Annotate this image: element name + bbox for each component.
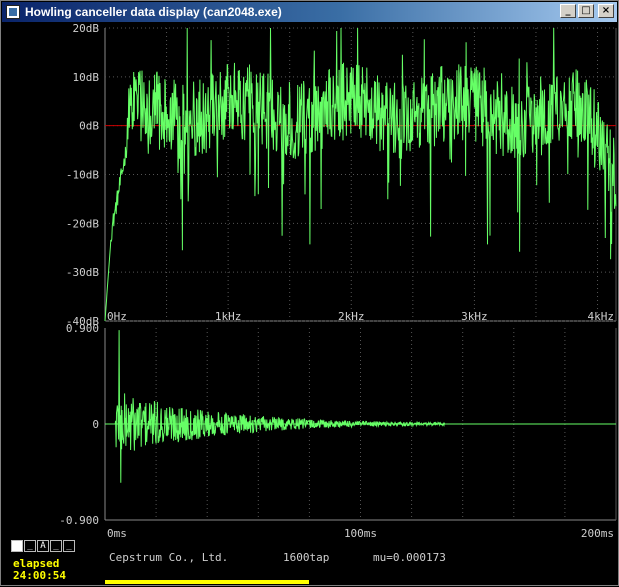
spectrum-y-tick-label: -20dB (66, 217, 99, 230)
mode-button-5[interactable]: _ (63, 540, 75, 552)
spectrum-y-tick-label: 10dB (73, 71, 100, 84)
app-window: Howling canceller data display (can2048.… (0, 0, 619, 586)
mode-button-3[interactable]: A (37, 540, 49, 552)
spectrum-x-tick-label: 2kHz (338, 310, 365, 323)
spectrum-x-tick-label: 1kHz (215, 310, 242, 323)
status-panel: _ A _ _ elapsed 24:00:54 Cepstrum Co., L… (3, 537, 616, 585)
spectrum-trace (104, 27, 617, 322)
spectrum-y-tick-label: 0dB (79, 120, 99, 133)
elapsed-time: 24:00:54 (13, 569, 66, 582)
progress-fill (105, 580, 309, 584)
mode-button-1[interactable] (11, 540, 23, 552)
impulse-y-tick-label: -0.900 (59, 514, 99, 527)
progress-bar (105, 580, 309, 584)
spectrum-chart: 20dB10dB0dB-10dB-20dB-30dB-40dB 0Hz 1kHz 2k… (66, 22, 617, 328)
spectrum-y-tick-label: -30dB (66, 266, 99, 279)
spectrum-x-tick-label: 0Hz (107, 310, 127, 323)
impulse-y-tick-label: 0.900 (66, 322, 99, 335)
mu-value: mu=0.000173 (373, 551, 446, 564)
spectrum-y-tick-label: -10dB (66, 169, 99, 182)
spectrum-x-tick-label: 4kHz (588, 310, 615, 323)
plot-area: 20dB10dB0dB-10dB-20dB-30dB-40dB 0Hz 1kHz 2k… (59, 22, 617, 540)
impulse-y-tick-label: 0 (92, 418, 99, 431)
tap-count: 1600tap (283, 551, 330, 564)
company-name: Cepstrum Co., Ltd. (109, 551, 229, 564)
mode-button-4[interactable]: _ (50, 540, 62, 552)
mode-button-2[interactable]: _ (24, 540, 36, 552)
spectrum-x-tick-label: 3kHz (461, 310, 488, 323)
spectrum-y-tick-label: 20dB (73, 22, 100, 35)
impulse-response-chart: 0.9000-0.9000ms 100ms 200ms (59, 322, 617, 540)
mode-button-strip: _ A _ _ (11, 540, 75, 552)
